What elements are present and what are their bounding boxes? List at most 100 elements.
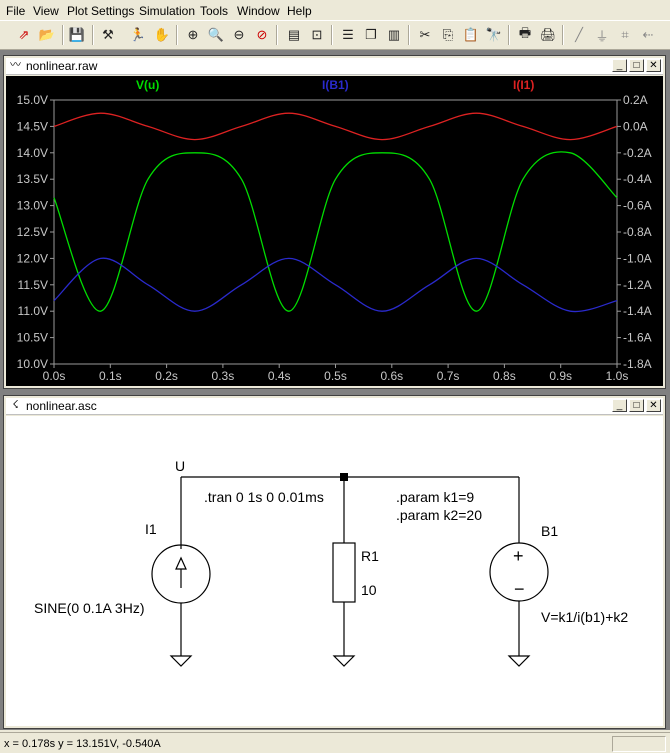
toolbar: ⇗ 📂 💾 ⚒ 🏃 ✋ ⊕ 🔍 ⊖ ⊘ ▤ ⊡ ☰ ❐ ▥ ✂ ⎘ 📋 🔭 🖶 … — [0, 20, 670, 50]
save-icon[interactable]: 💾 — [67, 25, 87, 45]
tran-directive[interactable]: .tran 0 1s 0 0.01ms — [204, 489, 324, 505]
copy-icon[interactable]: ⎘ — [438, 25, 458, 45]
r1-value[interactable]: 10 — [361, 582, 377, 598]
more-tools-icon[interactable]: ⇠ — [638, 25, 658, 45]
print-icon[interactable]: 🖨 — [538, 25, 558, 45]
left-tick-label: 11.5V — [18, 278, 48, 292]
tile-horizontal-icon[interactable]: ☰ — [338, 25, 358, 45]
x-tick-label: 0.7s — [437, 369, 460, 383]
arrow-up-icon — [175, 556, 187, 588]
param-directive-1[interactable]: .param k1=9 — [396, 489, 474, 505]
schematic-canvas[interactable]: + − U .tran 0 1s 0 0.01ms .param k1=9 .p… — [6, 416, 663, 726]
menu-file[interactable]: File — [6, 4, 25, 18]
x-tick-label: 0.9s — [549, 369, 572, 383]
ground-icon[interactable] — [507, 655, 531, 667]
left-tick-label: 14.0V — [17, 146, 48, 160]
control-panel-icon[interactable]: ⚒ — [98, 25, 118, 45]
mdi-area: 〰 nonlinear.raw _ □ ✕ V(u) I(B1) I(I1) 1… — [0, 50, 670, 730]
new-schematic-icon[interactable]: ⇗ — [14, 25, 34, 45]
paste-icon[interactable]: 📋 — [461, 25, 481, 45]
plot-frame — [53, 99, 618, 365]
left-tick-label: 15.0V — [17, 93, 48, 107]
cascade-icon[interactable]: ❐ — [361, 25, 381, 45]
schematic-window: ☇ nonlinear.asc _ □ ✕ + − U .tran 0 1s 0… — [3, 395, 666, 729]
halt-icon[interactable]: ✋ — [152, 25, 172, 45]
wire-icon[interactable]: ╱ — [569, 25, 589, 45]
minus-icon: − — [514, 579, 525, 599]
i1-value[interactable]: SINE(0 0.1A 3Hz) — [34, 600, 145, 616]
print-preview-icon[interactable]: 🖶 — [515, 25, 535, 45]
schematic-drawing[interactable]: + − U .tran 0 1s 0 0.01ms .param k1=9 .p… — [6, 416, 663, 726]
minimize-button[interactable]: _ — [612, 59, 627, 72]
tile-vertical-icon[interactable]: ▥ — [384, 25, 404, 45]
autorange-icon[interactable]: ▤ — [284, 25, 304, 45]
right-tick-label: -0.4A — [623, 172, 652, 186]
right-tick-label: -1.2A — [623, 278, 652, 292]
menu-tools[interactable]: Tools — [200, 4, 228, 18]
zoom-out-icon[interactable]: ⊖ — [229, 25, 249, 45]
resistor-r1[interactable] — [332, 542, 356, 603]
right-tick-label: -0.8A — [623, 225, 652, 239]
right-tick-label: -0.6A — [623, 199, 652, 213]
param-directive-2[interactable]: .param k2=20 — [396, 507, 482, 523]
trace-ib1[interactable] — [53, 257, 618, 313]
menu-help[interactable]: Help — [287, 4, 312, 18]
cut-icon[interactable]: ✂ — [415, 25, 435, 45]
pan-icon[interactable]: 🔍 — [206, 25, 226, 45]
trace-ii1[interactable] — [53, 112, 618, 141]
run-icon[interactable]: 🏃 — [128, 25, 148, 45]
zoom-in-icon[interactable]: ⊕ — [183, 25, 203, 45]
i1-name[interactable]: I1 — [145, 521, 157, 537]
r1-name[interactable]: R1 — [361, 548, 379, 564]
schematic-icon: ☇ — [12, 399, 19, 411]
menu-window[interactable]: Window — [237, 4, 280, 18]
menu-view[interactable]: View — [33, 4, 59, 18]
toolbar-separator — [176, 25, 178, 45]
toolbar-separator — [408, 25, 410, 45]
schematic-window-title: nonlinear.asc — [26, 399, 97, 413]
menu-simulation[interactable]: Simulation — [139, 4, 195, 18]
waveform-chart[interactable]: V(u) I(B1) I(I1) 15.0V 14.5V 14.0V 13.5V 13.… — [6, 76, 663, 386]
plot-window-titlebar[interactable]: 〰 nonlinear.raw _ □ ✕ — [6, 58, 663, 75]
cursor-readout: x = 0.178s y = 13.151V, -0.540A — [4, 738, 161, 750]
minimize-button[interactable]: _ — [612, 399, 627, 412]
schematic-window-titlebar[interactable]: ☇ nonlinear.asc _ □ ✕ — [6, 398, 663, 415]
toolbar-separator — [508, 25, 510, 45]
left-tick-label: 12.5V — [17, 225, 48, 239]
trace-vu[interactable] — [53, 151, 618, 312]
close-button[interactable]: ✕ — [646, 399, 661, 412]
plot-window: 〰 nonlinear.raw _ □ ✕ V(u) I(B1) I(I1) 1… — [3, 55, 666, 389]
x-tick-label: 0.3s — [212, 369, 235, 383]
ground-icon[interactable] — [332, 655, 356, 667]
ground-icon[interactable]: ⏚ — [592, 25, 612, 45]
x-tick-label: 0.2s — [155, 369, 178, 383]
trace-label-vu[interactable]: V(u) — [136, 78, 159, 92]
zoom-fit-icon[interactable]: ⊘ — [252, 25, 272, 45]
plot-window-title: nonlinear.raw — [26, 59, 98, 73]
open-folder-icon[interactable]: 📂 — [37, 25, 57, 45]
maximize-button[interactable]: □ — [629, 59, 644, 72]
x-tick-label: 1.0s — [606, 369, 629, 383]
b1-name[interactable]: B1 — [541, 523, 558, 539]
plot-settings-icon[interactable]: ⊡ — [307, 25, 327, 45]
toolbar-separator — [62, 25, 64, 45]
trace-label-ii1[interactable]: I(I1) — [513, 78, 534, 92]
trace-label-ib1[interactable]: I(B1) — [322, 78, 349, 92]
x-tick-label: 0.4s — [268, 369, 291, 383]
left-tick-label: 14.5V — [17, 119, 48, 133]
right-tick-label: -1.6A — [623, 331, 652, 345]
right-tick-label: 0.0A — [623, 119, 648, 133]
net-label-u[interactable]: U — [175, 458, 185, 474]
toolbar-separator — [562, 25, 564, 45]
label-net-icon[interactable]: ⌗ — [615, 25, 635, 45]
ground-icon[interactable] — [169, 655, 193, 667]
left-tick-label: 13.5V — [17, 172, 48, 186]
waveform-plot[interactable]: V(u) I(B1) I(I1) 15.0V 14.5V 14.0V 13.5V 13.… — [6, 76, 663, 386]
close-button[interactable]: ✕ — [646, 59, 661, 72]
left-tick-label: 12.0V — [17, 251, 48, 265]
maximize-button[interactable]: □ — [629, 399, 644, 412]
menu-plot-settings[interactable]: Plot Settings — [67, 4, 134, 18]
b1-value[interactable]: V=k1/i(b1)+k2 — [541, 609, 628, 625]
x-tick-label: 0.1s — [99, 369, 122, 383]
find-icon[interactable]: 🔭 — [484, 25, 504, 45]
